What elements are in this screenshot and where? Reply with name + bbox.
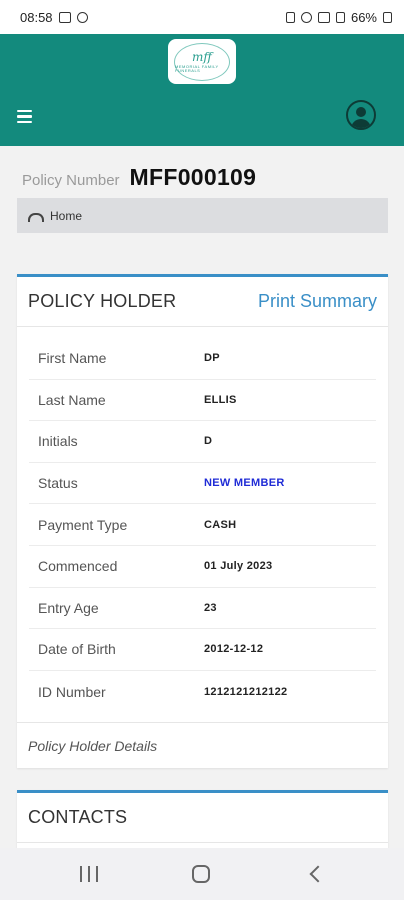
sync-notification-icon bbox=[76, 11, 88, 23]
app-logo: mff MEMORIAL FAMILY FUNERALS bbox=[168, 39, 236, 84]
table-row: Commenced 01 July 2023 bbox=[29, 546, 376, 588]
policy-holder-footer: Policy Holder Details bbox=[17, 722, 388, 768]
logo-text: mff bbox=[192, 49, 212, 64]
commenced-label: Commenced bbox=[38, 558, 118, 575]
logo-caption: MEMORIAL FAMILY FUNERALS bbox=[175, 63, 219, 73]
breadcrumb-home[interactable]: Home bbox=[50, 209, 82, 223]
home-icon[interactable] bbox=[192, 865, 210, 883]
policy-holder-header: POLICY HOLDER Print Summary bbox=[17, 277, 388, 327]
breadcrumb: Home bbox=[17, 198, 388, 233]
table-row: First Name DP bbox=[29, 338, 376, 380]
alarm-icon bbox=[300, 11, 312, 23]
status-bar: 08:58 66% bbox=[0, 0, 404, 34]
contacts-card: CONTACTS bbox=[17, 790, 388, 850]
initials-value: D bbox=[204, 435, 213, 448]
status-label: Status bbox=[38, 475, 78, 492]
last-name-label: Last Name bbox=[38, 391, 106, 408]
status-bar-right: 66% bbox=[285, 9, 392, 25]
table-row: Initials D bbox=[29, 421, 376, 463]
first-name-label: First Name bbox=[38, 350, 107, 367]
menu-icon[interactable] bbox=[17, 110, 32, 123]
status-bar-left: 08:58 bbox=[20, 10, 88, 25]
table-row: Status NEW MEMBER bbox=[29, 463, 376, 505]
table-row: Entry Age 23 bbox=[29, 588, 376, 630]
contacts-title: CONTACTS bbox=[28, 807, 128, 827]
battery-level: 66% bbox=[350, 9, 377, 25]
print-summary-link[interactable]: Print Summary bbox=[258, 291, 377, 312]
policy-number-value: MFF000109 bbox=[129, 164, 257, 190]
table-row: ID Number 1212121212122 bbox=[29, 671, 376, 713]
dashboard-icon bbox=[28, 211, 44, 222]
date-of-birth-value: 2012-12-12 bbox=[204, 643, 264, 656]
table-row: Date of Birth 2012-12-12 bbox=[29, 629, 376, 671]
battery-icon bbox=[383, 11, 392, 23]
signal-icon bbox=[335, 11, 345, 23]
recent-apps-icon[interactable] bbox=[80, 866, 98, 882]
first-name-value: DP bbox=[204, 352, 220, 365]
user-account-icon[interactable] bbox=[346, 100, 376, 130]
initials-label: Initials bbox=[38, 433, 78, 450]
commenced-value: 01 July 2023 bbox=[204, 560, 273, 573]
policy-holder-title: POLICY HOLDER bbox=[28, 291, 177, 311]
policy-number-label: Policy Number bbox=[22, 172, 120, 189]
date-of-birth-label: Date of Birth bbox=[38, 641, 116, 658]
entry-age-value: 23 bbox=[204, 601, 217, 614]
status-badge: NEW MEMBER bbox=[204, 477, 285, 490]
last-name-value: ELLIS bbox=[204, 393, 237, 406]
clock: 08:58 bbox=[20, 9, 53, 25]
payment-type-value: CASH bbox=[204, 518, 237, 531]
payment-type-label: Payment Type bbox=[38, 516, 128, 533]
policy-number-line: Policy Number MFF000109 bbox=[22, 164, 256, 191]
app-bar: mff MEMORIAL FAMILY FUNERALS bbox=[0, 34, 404, 146]
gallery-notification-icon bbox=[58, 11, 71, 23]
back-icon[interactable] bbox=[309, 865, 321, 883]
logo-emblem: mff MEMORIAL FAMILY FUNERALS bbox=[174, 42, 230, 81]
id-number-label: ID Number bbox=[38, 683, 106, 700]
wifi-icon bbox=[317, 11, 330, 23]
table-row: Payment Type CASH bbox=[29, 504, 376, 546]
policy-holder-card: POLICY HOLDER Print Summary First Name D… bbox=[17, 274, 388, 768]
lock-icon bbox=[285, 11, 295, 23]
id-number-value: 1212121212122 bbox=[204, 685, 288, 698]
policy-holder-table: First Name DP Last Name ELLIS Initials D… bbox=[29, 338, 376, 712]
table-row: Last Name ELLIS bbox=[29, 380, 376, 422]
system-navigation-bar bbox=[0, 848, 404, 900]
entry-age-label: Entry Age bbox=[38, 599, 99, 616]
contacts-header: CONTACTS bbox=[17, 793, 388, 843]
